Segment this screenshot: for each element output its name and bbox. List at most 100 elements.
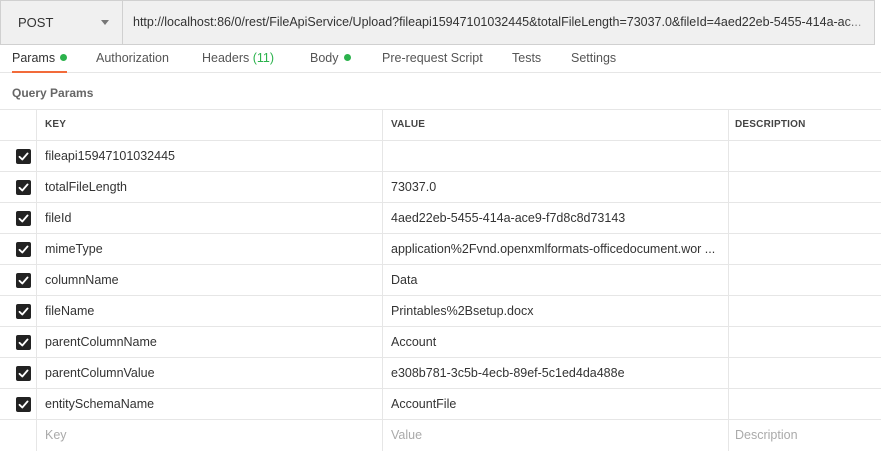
param-row: mimeType application%2Fvnd.openxmlformats… [0, 233, 881, 265]
tab-body-label: Body [310, 51, 339, 65]
checkmark-icon [18, 400, 29, 409]
tab-tests[interactable]: Tests [512, 51, 541, 73]
param-key[interactable]: fileapi15947101032445 [36, 141, 382, 172]
param-description[interactable] [728, 327, 881, 358]
param-enabled-checkbox[interactable] [16, 211, 31, 226]
new-key-input[interactable]: Key [36, 420, 382, 451]
param-value[interactable]: 73037.0 [382, 172, 728, 203]
param-description[interactable] [728, 172, 881, 203]
tab-prerequest-script[interactable]: Pre-request Script [382, 51, 483, 73]
param-description[interactable] [728, 141, 881, 172]
param-row: fileId 4aed22eb-5455-414a-ace9-f7d8c8d731… [0, 202, 881, 234]
param-value[interactable]: Printables%2Bsetup.docx [382, 296, 728, 327]
tab-params-label: Params [12, 51, 56, 65]
url-input[interactable]: http://localhost:86/0/rest/FileApiServic… [122, 0, 875, 45]
param-check-cell [0, 203, 36, 234]
param-value[interactable]: application%2Fvnd.openxmlformats-officed… [382, 234, 728, 265]
checkmark-icon [18, 369, 29, 378]
checkmark-icon [18, 338, 29, 347]
param-enabled-checkbox[interactable] [16, 149, 31, 164]
param-check-cell [0, 389, 36, 420]
param-row: fileName Printables%2Bsetup.docx [0, 295, 881, 327]
tab-headers[interactable]: Headers (11) [202, 51, 274, 73]
param-key[interactable]: fileName [36, 296, 382, 327]
params-active-dot-icon [60, 54, 68, 61]
checkmark-icon [18, 307, 29, 316]
tab-prerequest-label: Pre-request Script [382, 51, 483, 65]
query-params-title: Query Params [12, 86, 94, 100]
param-value[interactable]: Account [382, 327, 728, 358]
param-description[interactable] [728, 265, 881, 296]
param-enabled-checkbox[interactable] [16, 180, 31, 195]
param-key[interactable]: entitySchemaName [36, 389, 382, 420]
param-key[interactable]: parentColumnName [36, 327, 382, 358]
param-enabled-checkbox[interactable] [16, 366, 31, 381]
checkmark-icon [18, 152, 29, 161]
tab-settings[interactable]: Settings [571, 51, 616, 73]
param-enabled-checkbox[interactable] [16, 242, 31, 257]
new-param-row: Key Value Description [0, 419, 881, 451]
new-value-input[interactable]: Value [382, 420, 728, 451]
param-value[interactable]: e308b781-3c5b-4ecb-89ef-5c1ed4da488e [382, 358, 728, 389]
param-check-cell [0, 141, 36, 172]
param-row: entitySchemaName AccountFile [0, 388, 881, 420]
param-check-cell [0, 296, 36, 327]
param-enabled-checkbox[interactable] [16, 335, 31, 350]
body-active-dot-icon [343, 54, 351, 61]
tab-authorization-label: Authorization [96, 51, 169, 65]
method-label: POST [18, 15, 54, 30]
headers-count: (11) [252, 51, 275, 65]
param-row: totalFileLength 73037.0 [0, 171, 881, 203]
tab-settings-label: Settings [571, 51, 617, 65]
param-description[interactable] [728, 234, 881, 265]
request-tabs: Params Authorization Headers (11) Body P… [0, 47, 881, 73]
param-row: columnName Data [0, 264, 881, 296]
url-fade [844, 1, 874, 44]
tab-tests-label: Tests [512, 51, 542, 65]
param-row: fileapi15947101032445 [0, 140, 881, 172]
param-key[interactable]: mimeType [36, 234, 382, 265]
column-header-value: VALUE [382, 110, 728, 141]
param-key[interactable]: parentColumnValue [36, 358, 382, 389]
param-value[interactable]: Data [382, 265, 728, 296]
checkmark-icon [18, 214, 29, 223]
param-description[interactable] [728, 296, 881, 327]
tab-body[interactable]: Body [310, 51, 351, 73]
param-description[interactable] [728, 389, 881, 420]
param-key[interactable]: fileId [36, 203, 382, 234]
param-value[interactable]: AccountFile [382, 389, 728, 420]
param-value[interactable]: 4aed22eb-5455-414a-ace9-f7d8c8d73143 [382, 203, 728, 234]
param-row: parentColumnValue e308b781-3c5b-4ecb-89ef… [0, 357, 881, 389]
param-enabled-checkbox[interactable] [16, 273, 31, 288]
method-select[interactable]: POST [0, 0, 122, 45]
param-check-cell [0, 358, 36, 389]
param-check-cell [0, 327, 36, 358]
param-key[interactable]: columnName [36, 265, 382, 296]
checkmark-icon [18, 245, 29, 254]
param-enabled-checkbox[interactable] [16, 304, 31, 319]
param-value[interactable] [382, 141, 728, 172]
param-description[interactable] [728, 203, 881, 234]
request-bar: POST http://localhost:86/0/rest/FileApiS… [0, 0, 881, 47]
param-check-cell [0, 265, 36, 296]
tab-authorization[interactable]: Authorization [96, 51, 169, 73]
param-check-cell [0, 172, 36, 203]
tab-headers-label: Headers [202, 51, 250, 65]
params-table: KEY VALUE DESCRIPTION fileapi15947101032… [0, 109, 881, 451]
param-enabled-checkbox[interactable] [16, 397, 31, 412]
column-header-description: DESCRIPTION [728, 110, 881, 141]
column-header-key: KEY [36, 110, 382, 141]
tab-params[interactable]: Params [12, 51, 68, 73]
param-description[interactable] [728, 358, 881, 389]
header-check-cell [0, 110, 36, 141]
param-row: parentColumnName Account [0, 326, 881, 358]
param-check-cell [0, 234, 36, 265]
new-row-check-cell [0, 420, 36, 451]
checkmark-icon [18, 276, 29, 285]
new-description-input[interactable]: Description [728, 420, 881, 451]
params-rows: fileapi15947101032445 totalFileLength 7303… [0, 140, 881, 420]
url-value: http://localhost:86/0/rest/FileApiServic… [133, 15, 862, 29]
param-key[interactable]: totalFileLength [36, 172, 382, 203]
params-table-header: KEY VALUE DESCRIPTION [0, 109, 881, 141]
checkmark-icon [18, 183, 29, 192]
